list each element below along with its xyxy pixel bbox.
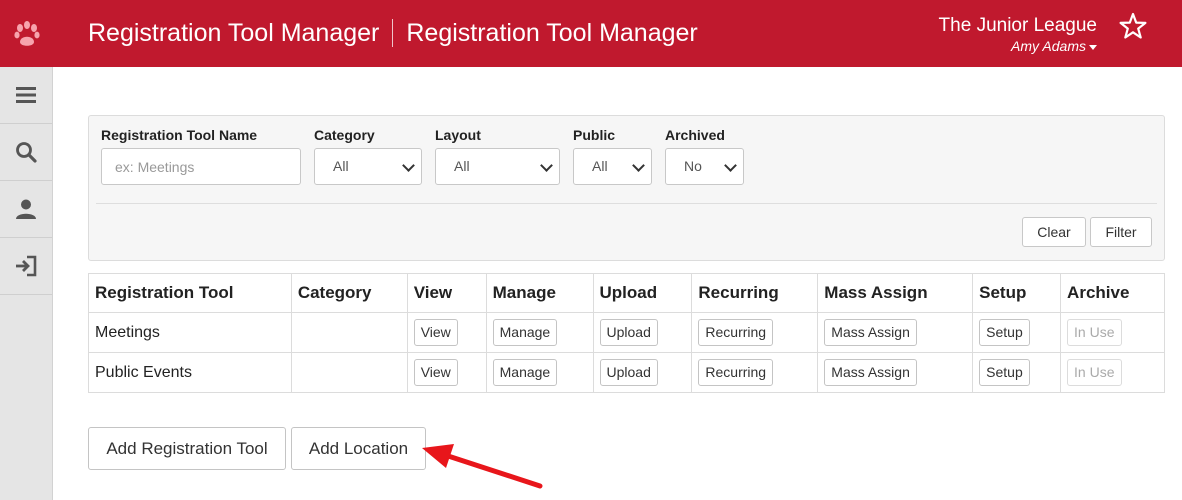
upload-cell: Upload: [592, 352, 693, 393]
category-select-value: All: [333, 158, 349, 174]
upload-button[interactable]: Upload: [599, 359, 658, 386]
user-icon: [16, 199, 36, 219]
clear-button[interactable]: Clear: [1022, 217, 1086, 247]
manage-cell: Manage: [485, 352, 594, 393]
name-filter-input[interactable]: [101, 148, 301, 185]
setup-cell: Setup: [972, 352, 1062, 393]
view-button[interactable]: View: [413, 319, 458, 346]
sidebar-item-search[interactable]: [0, 124, 52, 181]
table-row: Meetings View Manage Upload Recurring Ma…: [88, 312, 1165, 353]
view-cell: View: [406, 312, 487, 353]
chevron-down-icon: [724, 159, 737, 172]
caret-down-icon: [1089, 44, 1097, 50]
layout-select[interactable]: All: [435, 148, 560, 185]
chevron-down-icon: [402, 159, 415, 172]
chevron-down-icon: [632, 159, 645, 172]
archived-select-value: No: [684, 158, 702, 174]
view-cell: View: [406, 352, 487, 393]
view-button[interactable]: View: [413, 359, 458, 386]
user-name: Amy Adams: [1011, 38, 1086, 54]
add-location-button[interactable]: Add Location: [291, 427, 426, 470]
tool-name-cell: Meetings: [88, 312, 292, 353]
setup-button[interactable]: Setup: [979, 359, 1030, 386]
logout-icon: [16, 255, 37, 277]
annotation-arrow-icon: [422, 444, 543, 489]
filter-panel: Registration Tool Name Category All Layo…: [88, 115, 1165, 261]
category-cell: [290, 352, 408, 393]
column-header: Recurring: [691, 273, 819, 313]
paw-icon: [13, 20, 40, 46]
mass-assign-button[interactable]: Mass Assign: [824, 319, 917, 346]
mass-assign-cell: Mass Assign: [817, 352, 974, 393]
add-registration-tool-button[interactable]: Add Registration Tool: [88, 427, 286, 470]
manage-button[interactable]: Manage: [492, 359, 558, 386]
search-icon: [16, 142, 37, 163]
column-header: Upload: [592, 273, 693, 313]
public-filter-label: Public: [573, 127, 616, 143]
public-select[interactable]: All: [573, 148, 652, 185]
hamburger-icon: [16, 87, 36, 103]
name-filter-label: Registration Tool Name: [101, 127, 258, 143]
sidebar-item-profile[interactable]: [0, 181, 52, 238]
recurring-button[interactable]: Recurring: [698, 319, 774, 346]
category-select[interactable]: All: [314, 148, 422, 185]
recurring-cell: Recurring: [691, 312, 819, 353]
table-row: Public Events View Manage Upload Recurri…: [88, 352, 1165, 393]
page-title: Registration Tool Manager Registration T…: [88, 18, 698, 48]
column-header: Registration Tool: [88, 273, 292, 313]
category-cell: [290, 312, 408, 353]
sidebar-item-logout[interactable]: [0, 238, 52, 295]
in-use-button: In Use: [1067, 319, 1122, 346]
column-header: View: [406, 273, 487, 313]
registration-tools-table: Registration Tool Category View Manage U…: [88, 273, 1165, 393]
in-use-button: In Use: [1067, 359, 1122, 386]
mass-assign-cell: Mass Assign: [817, 312, 974, 353]
column-header: Setup: [972, 273, 1062, 313]
table-header-row: Registration Tool Category View Manage U…: [88, 273, 1165, 313]
organization-name: The Junior League: [938, 15, 1097, 36]
sidebar: [0, 67, 53, 500]
column-header: Manage: [485, 273, 594, 313]
setup-button[interactable]: Setup: [979, 319, 1030, 346]
title-divider: [392, 19, 394, 47]
recurring-cell: Recurring: [691, 352, 819, 393]
public-select-value: All: [592, 158, 608, 174]
manage-cell: Manage: [485, 312, 594, 353]
archive-cell: In Use: [1060, 312, 1165, 353]
user-menu[interactable]: Amy Adams: [939, 37, 1097, 55]
sidebar-item-menu[interactable]: [0, 67, 52, 124]
layout-filter-label: Layout: [435, 127, 481, 143]
account-area: The Junior League Amy Adams: [939, 15, 1097, 55]
chevron-down-icon: [540, 159, 553, 172]
recurring-button[interactable]: Recurring: [698, 359, 774, 386]
mass-assign-button[interactable]: Mass Assign: [824, 359, 917, 386]
column-header: Category: [290, 273, 408, 313]
tool-name-cell: Public Events: [88, 352, 292, 393]
upload-cell: Upload: [592, 312, 693, 353]
top-header: Registration Tool Manager Registration T…: [0, 0, 1182, 67]
upload-button[interactable]: Upload: [599, 319, 658, 346]
setup-cell: Setup: [972, 312, 1062, 353]
logo[interactable]: [0, 0, 53, 67]
archive-cell: In Use: [1060, 352, 1165, 393]
filter-divider: [96, 203, 1157, 204]
star-outline-icon[interactable]: [1119, 12, 1147, 40]
layout-select-value: All: [454, 158, 470, 174]
section-title: Registration Tool Manager: [406, 19, 698, 47]
category-filter-label: Category: [314, 127, 375, 143]
column-header: Archive: [1060, 273, 1165, 313]
archived-select[interactable]: No: [665, 148, 744, 185]
column-header: Mass Assign: [817, 273, 974, 313]
archived-filter-label: Archived: [665, 127, 725, 143]
manage-button[interactable]: Manage: [492, 319, 558, 346]
filter-button[interactable]: Filter: [1090, 217, 1152, 247]
app-title: Registration Tool Manager: [88, 19, 380, 47]
